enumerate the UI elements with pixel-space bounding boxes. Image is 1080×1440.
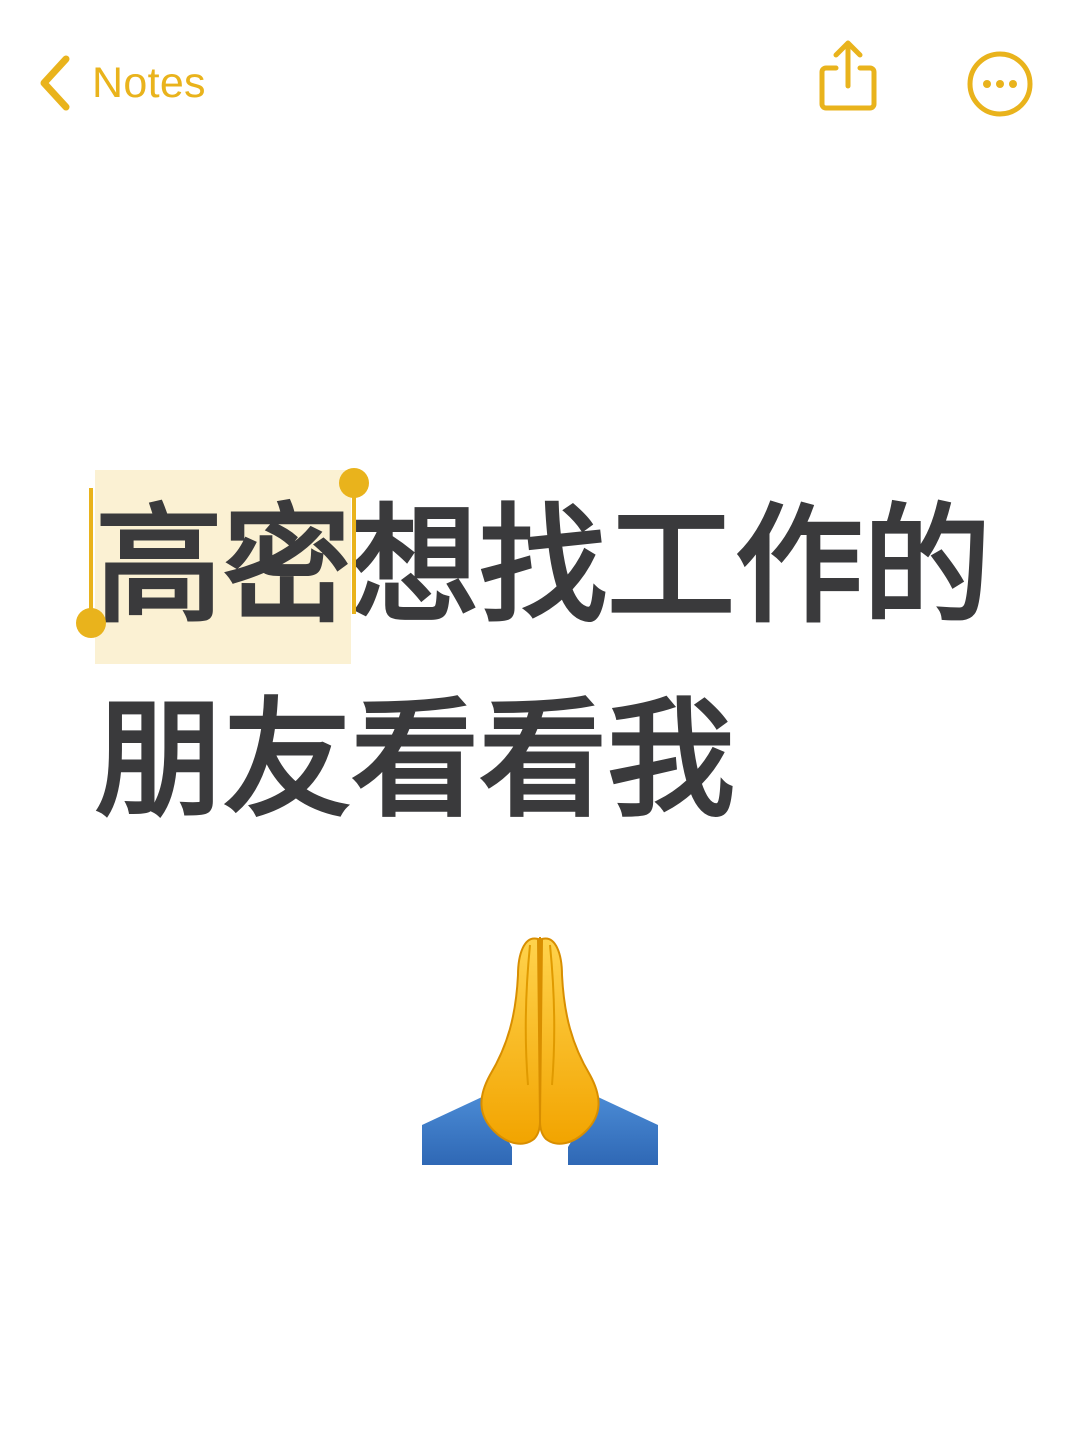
back-button-label: Notes (92, 58, 206, 107)
selection-end-handle[interactable] (352, 484, 357, 614)
selection-start-knob[interactable] (76, 608, 106, 638)
more-options-button[interactable] (966, 50, 1034, 118)
share-button[interactable] (812, 38, 884, 116)
more-options-icon (967, 51, 1033, 117)
note-line-1-text: 想找工作的 (351, 492, 992, 641)
selection-start-handle[interactable] (89, 488, 93, 618)
navigation-bar: Notes (0, 0, 1080, 165)
selection-end-knob[interactable] (339, 468, 370, 498)
text-selection[interactable]: 高密 (76, 468, 370, 664)
selected-text: 高密 (95, 492, 352, 641)
note-body[interactable]: 高密 想找工作的 朋友看看我 (0, 165, 1080, 1440)
note-line-2: 朋友看看我 (95, 686, 736, 835)
back-button[interactable]: Notes (36, 48, 206, 118)
note-text[interactable]: 高密 想找工作的 朋友看看我 (76, 468, 1015, 858)
share-icon (819, 40, 877, 111)
note-line-1: 高密 想找工作的 (76, 468, 1015, 664)
chevron-left-icon (40, 55, 70, 111)
folded-hands-icon (422, 937, 658, 1165)
